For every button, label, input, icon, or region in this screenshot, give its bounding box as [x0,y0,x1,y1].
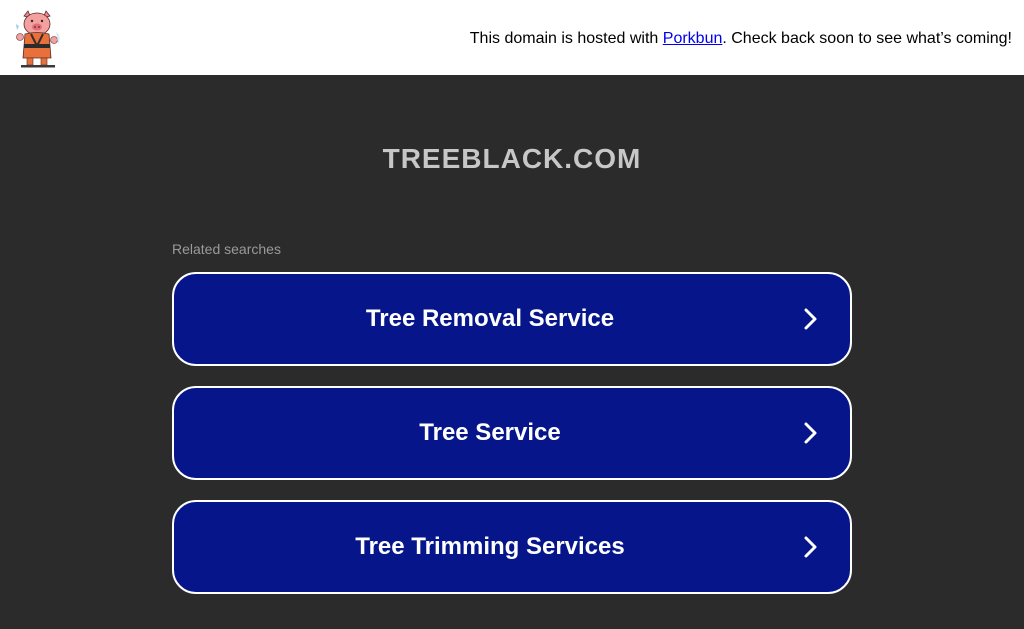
notice-prefix: This domain is hosted with [469,30,663,47]
domain-title: TREEBLACK.COM [382,143,642,174]
related-searches-label: Related searches [172,241,281,257]
porkbun-link[interactable]: Porkbun [663,30,723,47]
chevron-right-icon [804,422,817,444]
search-button-tree-trimming-services[interactable]: Tree Trimming Services [172,500,852,594]
chevron-right-icon [804,308,817,330]
top-bar: This domain is hosted with Porkbun. Chec… [0,0,1024,75]
notice-suffix: . Check back soon to see what’s coming! [722,30,1012,47]
chevron-right-icon [804,536,817,558]
porkbun-pig-icon[interactable] [12,10,64,68]
search-button-tree-removal-service[interactable]: Tree Removal Service [172,272,852,366]
main-content: TREEBLACK.COM Related searches Tree Remo… [0,75,1024,629]
search-button-label: Tree Removal Service [365,305,615,332]
hosting-notice: This domain is hosted with Porkbun. Chec… [470,30,1012,48]
search-button-label: Tree Service [419,419,561,446]
search-button-tree-service[interactable]: Tree Service [172,386,852,480]
search-button-label: Tree Trimming Services [355,533,625,560]
